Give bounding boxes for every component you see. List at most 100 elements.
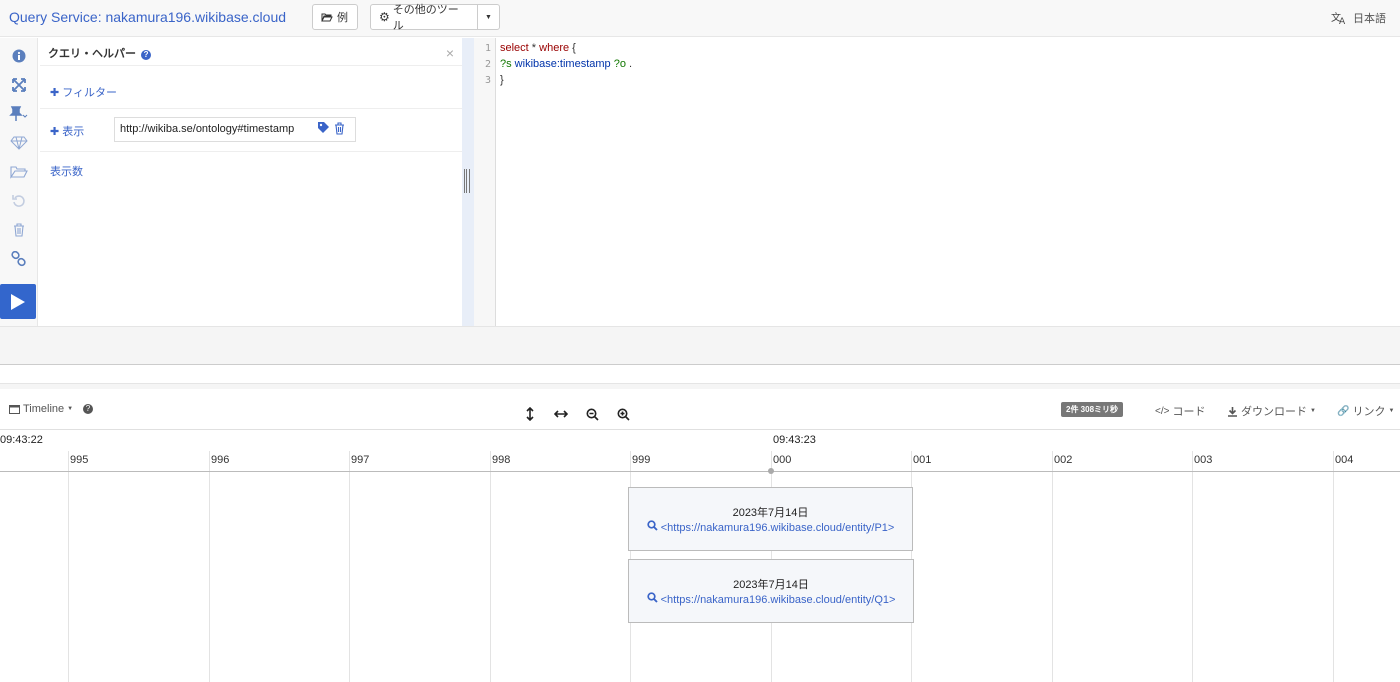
folder-open-icon: [321, 13, 333, 22]
examples-label: 例: [337, 12, 348, 24]
minor-time-label: 003: [1194, 454, 1213, 466]
query-helper-panel: クエリ・ヘルパー ? × ✚ フィルター ✚ 表示 http://wikiba.…: [40, 38, 462, 326]
info-button[interactable]: [0, 46, 38, 66]
panel-splitter[interactable]: [462, 38, 474, 326]
folder-icon: [10, 166, 28, 179]
download-label: ダウンロード: [1241, 406, 1307, 418]
language-selector[interactable]: 文A 日本語: [1331, 10, 1386, 26]
history-icon: [12, 195, 25, 207]
item-uri: <https://nakamura196.wikibase.cloud/enti…: [660, 594, 896, 606]
item-link[interactable]: <https://nakamura196.wikibase.cloud/enti…: [629, 520, 912, 534]
caret-down-icon: ▼: [485, 13, 492, 21]
minor-time-label: 004: [1335, 454, 1354, 466]
timeline-gridline: [1333, 451, 1334, 682]
limit-link[interactable]: 表示数: [50, 163, 83, 179]
language-label: 日本語: [1353, 13, 1386, 25]
page-title[interactable]: Query Service: nakamura196.wikibase.clou…: [9, 9, 286, 25]
fullscreen-button[interactable]: [0, 75, 38, 95]
item-date: 2023年7月14日: [733, 579, 809, 591]
zoom-out-icon: [586, 408, 599, 421]
timeline-gridline: [349, 451, 350, 682]
view-label: Timeline: [23, 403, 65, 415]
code-text: }: [500, 74, 504, 86]
code-line-2[interactable]: ?s wikibase:timestamp ?o .: [500, 58, 632, 70]
search-icon: [647, 520, 658, 531]
splitter-grip[interactable]: [464, 169, 470, 193]
add-filter-link[interactable]: ✚ フィルター: [50, 84, 117, 100]
examples-button[interactable]: 例: [312, 4, 358, 30]
link-button[interactable]: 🔗 リンク ▼: [1337, 403, 1394, 419]
share-link-button[interactable]: [0, 249, 38, 269]
code-text: *: [528, 42, 540, 54]
calendar-icon: [9, 405, 20, 414]
line-number: 2: [484, 59, 491, 70]
timeline-gridline: [490, 451, 491, 682]
prefix-button[interactable]: [0, 104, 38, 124]
results-toolbar: Timeline ▼ ? 2件 308ミリ秒 </> コード ダウンロード ▼ …: [0, 389, 1400, 430]
tools-dropdown-toggle[interactable]: ▼: [477, 4, 500, 30]
result-timing-badge: 2件 308ミリ秒: [1061, 402, 1124, 417]
current-marker: [768, 468, 774, 474]
run-query-button[interactable]: [0, 284, 36, 319]
load-query-button[interactable]: [0, 162, 38, 182]
code-label: コード: [1172, 406, 1206, 418]
timeline-item[interactable]: 2023年7月14日 <https://nakamura196.wikibase…: [628, 487, 913, 551]
clear-button[interactable]: [0, 220, 38, 240]
zoom-in-button[interactable]: [615, 406, 631, 422]
line-number: 3: [484, 75, 491, 86]
trash-icon[interactable]: [334, 122, 345, 138]
link-label: リンク: [1352, 406, 1386, 418]
editor-results-separator: [0, 326, 1400, 365]
code-line-1[interactable]: select * where {: [500, 42, 576, 54]
info-icon: [12, 49, 26, 63]
translate-icon: 文A: [1331, 11, 1346, 25]
helper-title: クエリ・ヘルパー ?: [48, 45, 152, 61]
fit-horizontal-button[interactable]: [553, 406, 569, 422]
timeline-view[interactable]: 09:43:22 09:43:23 995 996 997 998 999 000 001 0…: [0, 430, 1400, 682]
history-button[interactable]: [0, 191, 38, 211]
query-editor[interactable]: [497, 38, 1400, 326]
keyword-where: where: [539, 42, 570, 54]
gem-icon: [10, 136, 28, 150]
timeline-gridline: [209, 451, 210, 682]
horizontal-arrows-icon: [554, 410, 568, 418]
helper-header: クエリ・ヘルパー ? ×: [40, 38, 462, 66]
item-date: 2023年7月14日: [732, 507, 809, 519]
trash-icon: [14, 223, 24, 237]
timeline-gridline: [1192, 451, 1193, 682]
help-icon[interactable]: ?: [83, 404, 93, 414]
tools-label: その他のツール: [392, 4, 459, 32]
zoom-out-button[interactable]: [584, 406, 600, 422]
vertical-arrows-icon: [526, 407, 534, 421]
code-text: {: [569, 42, 576, 54]
predicate: wikibase:timestamp: [511, 58, 614, 70]
variable-s: ?s: [500, 58, 512, 70]
zoom-in-icon: [617, 408, 630, 421]
helper-title-text: クエリ・ヘルパー: [48, 48, 136, 60]
code-line-3[interactable]: }: [500, 74, 504, 86]
show-value-field[interactable]: http://wikiba.se/ontology#timestamp: [114, 117, 356, 142]
link-icon: 🔗: [1337, 405, 1350, 417]
add-show-link[interactable]: ✚ 表示: [50, 123, 84, 139]
filter-label: フィルター: [62, 87, 118, 99]
caret-down-icon: ▼: [1388, 408, 1395, 414]
major-time-label: 09:43:23: [773, 434, 816, 446]
minor-time-label: 002: [1054, 454, 1073, 466]
svg-text:A: A: [1339, 17, 1346, 25]
download-icon: [1228, 406, 1237, 417]
code-icon: </>: [1155, 405, 1170, 417]
help-icon[interactable]: ?: [141, 50, 152, 60]
tag-icon[interactable]: [317, 121, 330, 137]
fit-vertical-button[interactable]: [522, 406, 538, 422]
close-icon[interactable]: ×: [446, 45, 454, 61]
timeline-item[interactable]: 2023年7月14日 <https://nakamura196.wikibase…: [628, 559, 914, 623]
line-number: 1: [484, 43, 491, 54]
tools-button[interactable]: ⚙ その他のツール: [370, 4, 478, 32]
major-time-label: 09:43:22: [0, 434, 43, 446]
view-selector[interactable]: Timeline ▼: [9, 403, 73, 415]
item-link[interactable]: <https://nakamura196.wikibase.cloud/enti…: [629, 592, 913, 606]
gem-button[interactable]: [0, 133, 38, 153]
code-button[interactable]: </> コード: [1155, 403, 1205, 419]
plus-icon: ✚: [50, 126, 60, 138]
download-button[interactable]: ダウンロード ▼: [1227, 403, 1316, 419]
